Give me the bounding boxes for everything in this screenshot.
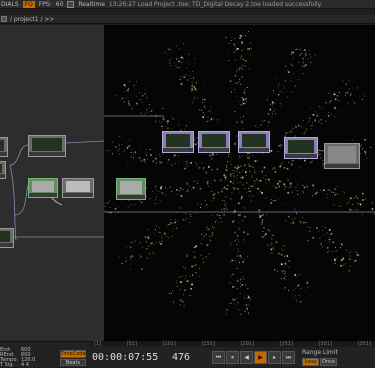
dials-label[interactable]: DIALS: [1, 1, 19, 8]
node-sop-3[interactable]: [238, 131, 270, 153]
node-op-main[interactable]: [28, 135, 66, 157]
home-icon[interactable]: [1, 16, 7, 22]
top-status-bar: DIALS FO FPS: 60 Realtime 13:26:27 Load …: [0, 0, 375, 9]
node-top-3[interactable]: [116, 178, 146, 200]
node-op-left-3[interactable]: [0, 228, 14, 248]
network-path[interactable]: / project1 / >>: [10, 16, 54, 23]
project-badge[interactable]: FO: [22, 0, 35, 8]
node-op-left-2[interactable]: [0, 161, 6, 179]
range-limit-label: Range Limit: [302, 349, 338, 356]
beats-button[interactable]: Beats: [60, 359, 86, 366]
step-back-icon: ◀: [244, 354, 249, 361]
ruler-tick: [201]: [240, 341, 254, 347]
node-sop-2[interactable]: [198, 131, 230, 153]
timeline-params: End: 600 REnd: 600 Tempo: 120.0 T Sig: 4 4: [0, 348, 60, 368]
skip-back-icon: ⏮: [215, 353, 222, 361]
timecode-button[interactable]: TimeCode: [60, 350, 86, 358]
fps-label: FPS:: [38, 0, 52, 8]
timeline-bar: [1] [51] [101] [151] [201] [251] [301] [351] En…: [0, 341, 375, 368]
node-sop-1[interactable]: [162, 131, 194, 153]
pause-icon: ⏸: [230, 353, 234, 361]
timecode-display[interactable]: 00:00:07:55: [92, 352, 158, 363]
fps-value: 60: [55, 0, 64, 8]
to-end-button[interactable]: ⏭: [282, 351, 295, 364]
node-op-left-1[interactable]: [0, 137, 8, 157]
ruler-tick: [151]: [201, 341, 215, 347]
ruler-tick: [251]: [279, 341, 293, 347]
ruler-tick: [1]: [94, 341, 102, 347]
realtime-checkbox[interactable]: [67, 0, 75, 8]
ruler-tick: [351]: [357, 341, 371, 347]
ruler-tick: [51]: [126, 341, 137, 347]
network-editor[interactable]: [0, 25, 104, 341]
play-button[interactable]: ▶: [254, 351, 267, 364]
step-forward-button[interactable]: ▸: [268, 351, 281, 364]
node-sop-4[interactable]: [284, 137, 318, 159]
network-path-bar: / project1 / >>: [0, 15, 375, 24]
status-message: 13:26:27 Load Project .toe: TD_Digital D…: [108, 0, 323, 8]
play-icon: ▶: [258, 354, 263, 361]
timeline-ruler[interactable]: [1] [51] [101] [151] [201] [251] [301] [351]: [90, 342, 375, 347]
pause-button[interactable]: ⏸: [226, 351, 239, 364]
once-button[interactable]: Once: [320, 358, 337, 366]
step-forward-icon: ▸: [272, 354, 276, 361]
node-top-2[interactable]: [62, 178, 94, 198]
step-back-button[interactable]: ◀: [240, 351, 253, 364]
realtime-label: Realtime: [78, 0, 105, 8]
ruler-tick: [301]: [318, 341, 332, 347]
node-top-1[interactable]: [28, 178, 58, 198]
skip-end-icon: ⏭: [285, 353, 292, 361]
loop-button[interactable]: Loop: [302, 358, 319, 366]
frame-display[interactable]: 476: [172, 352, 190, 363]
ruler-tick: [101]: [162, 341, 176, 347]
node-render-out[interactable]: [324, 143, 360, 169]
background-viewer: [104, 25, 375, 341]
to-start-button[interactable]: ⏮: [212, 351, 225, 364]
